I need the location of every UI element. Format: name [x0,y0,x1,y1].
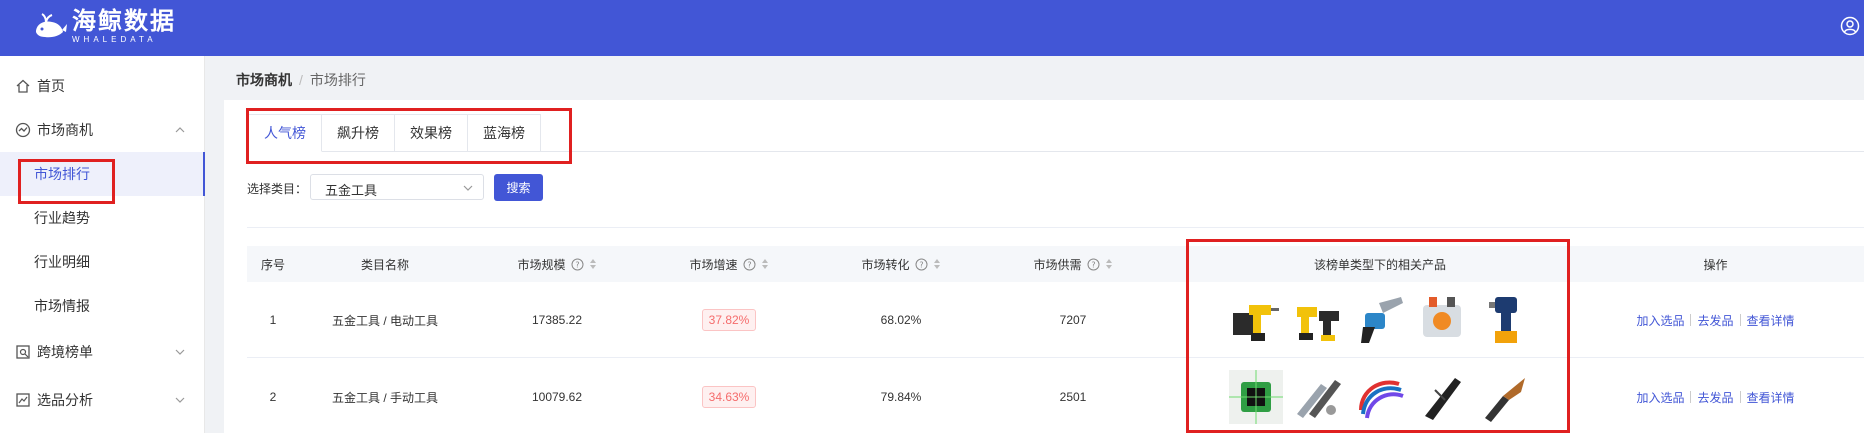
table-header: 序号 类目名称 市场规模 ? 市场增速 ? 市场转化 ? 市场供需 ? 该榜单类… [247,246,1864,282]
cell-supply: 2501 [1059,390,1087,404]
logo-text: 海鲸数据 [72,8,176,35]
sidebar-item-cross-border-ranking[interactable]: 跨境榜单 [0,330,205,374]
sidebar-item-label: 行业明细 [34,254,90,270]
growth-badge: 37.82% [701,309,757,331]
column-header-growth[interactable]: 市场增速 ? [643,246,815,282]
highlight-box-tabs [246,108,572,164]
help-icon[interactable]: ? [1087,258,1100,271]
column-header-label: 序号 [260,257,285,272]
chevron-down-icon [463,185,473,191]
sidebar-item-label: 市场情报 [34,298,90,314]
chevron-down-icon [175,349,185,355]
view-details-link[interactable]: 查看详情 [1747,389,1795,406]
sort-icon[interactable] [933,258,941,270]
sort-icon[interactable] [589,258,597,270]
breadcrumb-parent[interactable]: 市场商机 [236,72,292,88]
svg-text:?: ? [919,260,923,269]
analysis-icon [16,393,30,407]
breadcrumb-current: 市场排行 [309,72,366,88]
divider [247,227,1864,228]
column-header-label: 市场规模 [517,257,566,272]
home-icon [16,79,30,93]
svg-text:?: ? [575,260,579,269]
search-button[interactable]: 搜索 [494,174,543,201]
add-to-selection-link[interactable]: 加入选品 [1636,312,1684,329]
sidebar-item-home[interactable]: 首页 [0,64,205,108]
cell-category: 五金工具 / 电动工具 [331,313,438,328]
sidebar-item-label: 选品分析 [37,392,93,408]
highlight-box-sidebar [18,159,115,204]
column-header-supply[interactable]: 市场供需 ? [987,246,1159,282]
category-select[interactable]: 五金工具 [310,174,484,200]
column-header-label: 市场增速 [689,257,738,272]
tabs-divider [540,151,1864,152]
breadcrumb: 市场商机 / 市场排行 [236,70,366,90]
column-header-conversion[interactable]: 市场转化 ? [815,246,987,282]
column-header-label: 市场供需 [1033,257,1082,272]
column-header-label: 操作 [1703,257,1728,272]
growth-badge: 34.63% [701,386,757,408]
ranking-icon [16,345,30,359]
publish-product-link[interactable]: 去发品 [1697,389,1733,406]
whale-logo-icon [36,13,67,38]
sidebar-item-label: 跨境榜单 [37,344,93,360]
help-icon[interactable]: ? [915,258,928,271]
sort-icon[interactable] [761,258,769,270]
column-header-label: 类目名称 [360,257,409,272]
cell-category: 五金工具 / 手动工具 [331,390,438,405]
table-row: 1 五金工具 / 电动工具 17385.22 37.82% 68.02% 720… [247,282,1864,358]
sidebar-item-product-analysis[interactable]: 选品分析 [0,378,205,422]
help-icon[interactable]: ? [571,258,584,271]
sidebar-item-label: 首页 [37,78,65,94]
cell-actions: 加入选品 去发品 查看详情 [1567,282,1864,358]
view-details-link[interactable]: 查看详情 [1747,312,1795,329]
column-header-index: 序号 [247,246,299,282]
cell-supply: 7207 [1059,313,1087,327]
chevron-up-icon [175,127,185,133]
action-separator [1690,391,1692,403]
sidebar-item-label: 市场商机 [37,122,93,138]
cell-growth: 37.82% [643,282,815,358]
sort-icon[interactable] [1105,258,1113,270]
sidebar-item-market-intel[interactable]: 市场情报 [0,284,205,328]
cell-actions: 加入选品 去发品 查看详情 [1567,359,1864,433]
column-header-category: 类目名称 [299,246,471,282]
cell-scale: 17385.22 [531,313,583,327]
highlight-box-products [1186,239,1570,433]
breadcrumb-separator: / [299,72,303,88]
publish-product-link[interactable]: 去发品 [1697,312,1733,329]
sidebar-item-label: 行业趋势 [34,210,90,226]
column-header-label: 市场转化 [861,257,910,272]
user-icon[interactable] [1840,16,1860,36]
top-header: 海鲸数据 WHALEDATA [0,0,1864,56]
category-select-value: 五金工具 [325,183,378,198]
trend-icon [15,122,31,138]
cell-growth: 34.63% [643,359,815,433]
add-to-selection-link[interactable]: 加入选品 [1636,389,1684,406]
column-header-scale[interactable]: 市场规模 ? [471,246,643,282]
logo-subtext: WHALEDATA [72,35,157,44]
cell-conversion: 79.84% [880,390,922,404]
cell-index: 1 [269,313,277,327]
table-row: 2 五金工具 / 手动工具 10079.62 34.63% 79.84% 250… [247,359,1864,433]
svg-text:?: ? [1091,260,1095,269]
cell-index: 2 [269,390,277,404]
sidebar-item-industry-detail[interactable]: 行业明细 [0,240,205,284]
action-separator [1739,314,1741,326]
action-separator [1690,314,1692,326]
chevron-down-icon [175,397,185,403]
action-separator [1739,391,1741,403]
cell-conversion: 68.02% [880,313,922,327]
column-header-actions: 操作 [1567,246,1864,282]
sidebar-item-market-opportunity[interactable]: 市场商机 [0,108,205,152]
help-icon[interactable]: ? [743,258,756,271]
svg-text:?: ? [747,260,751,269]
cell-scale: 10079.62 [531,390,583,404]
logo[interactable]: 海鲸数据 WHALEDATA [32,6,176,48]
category-filter-label: 选择类目： [247,182,308,196]
